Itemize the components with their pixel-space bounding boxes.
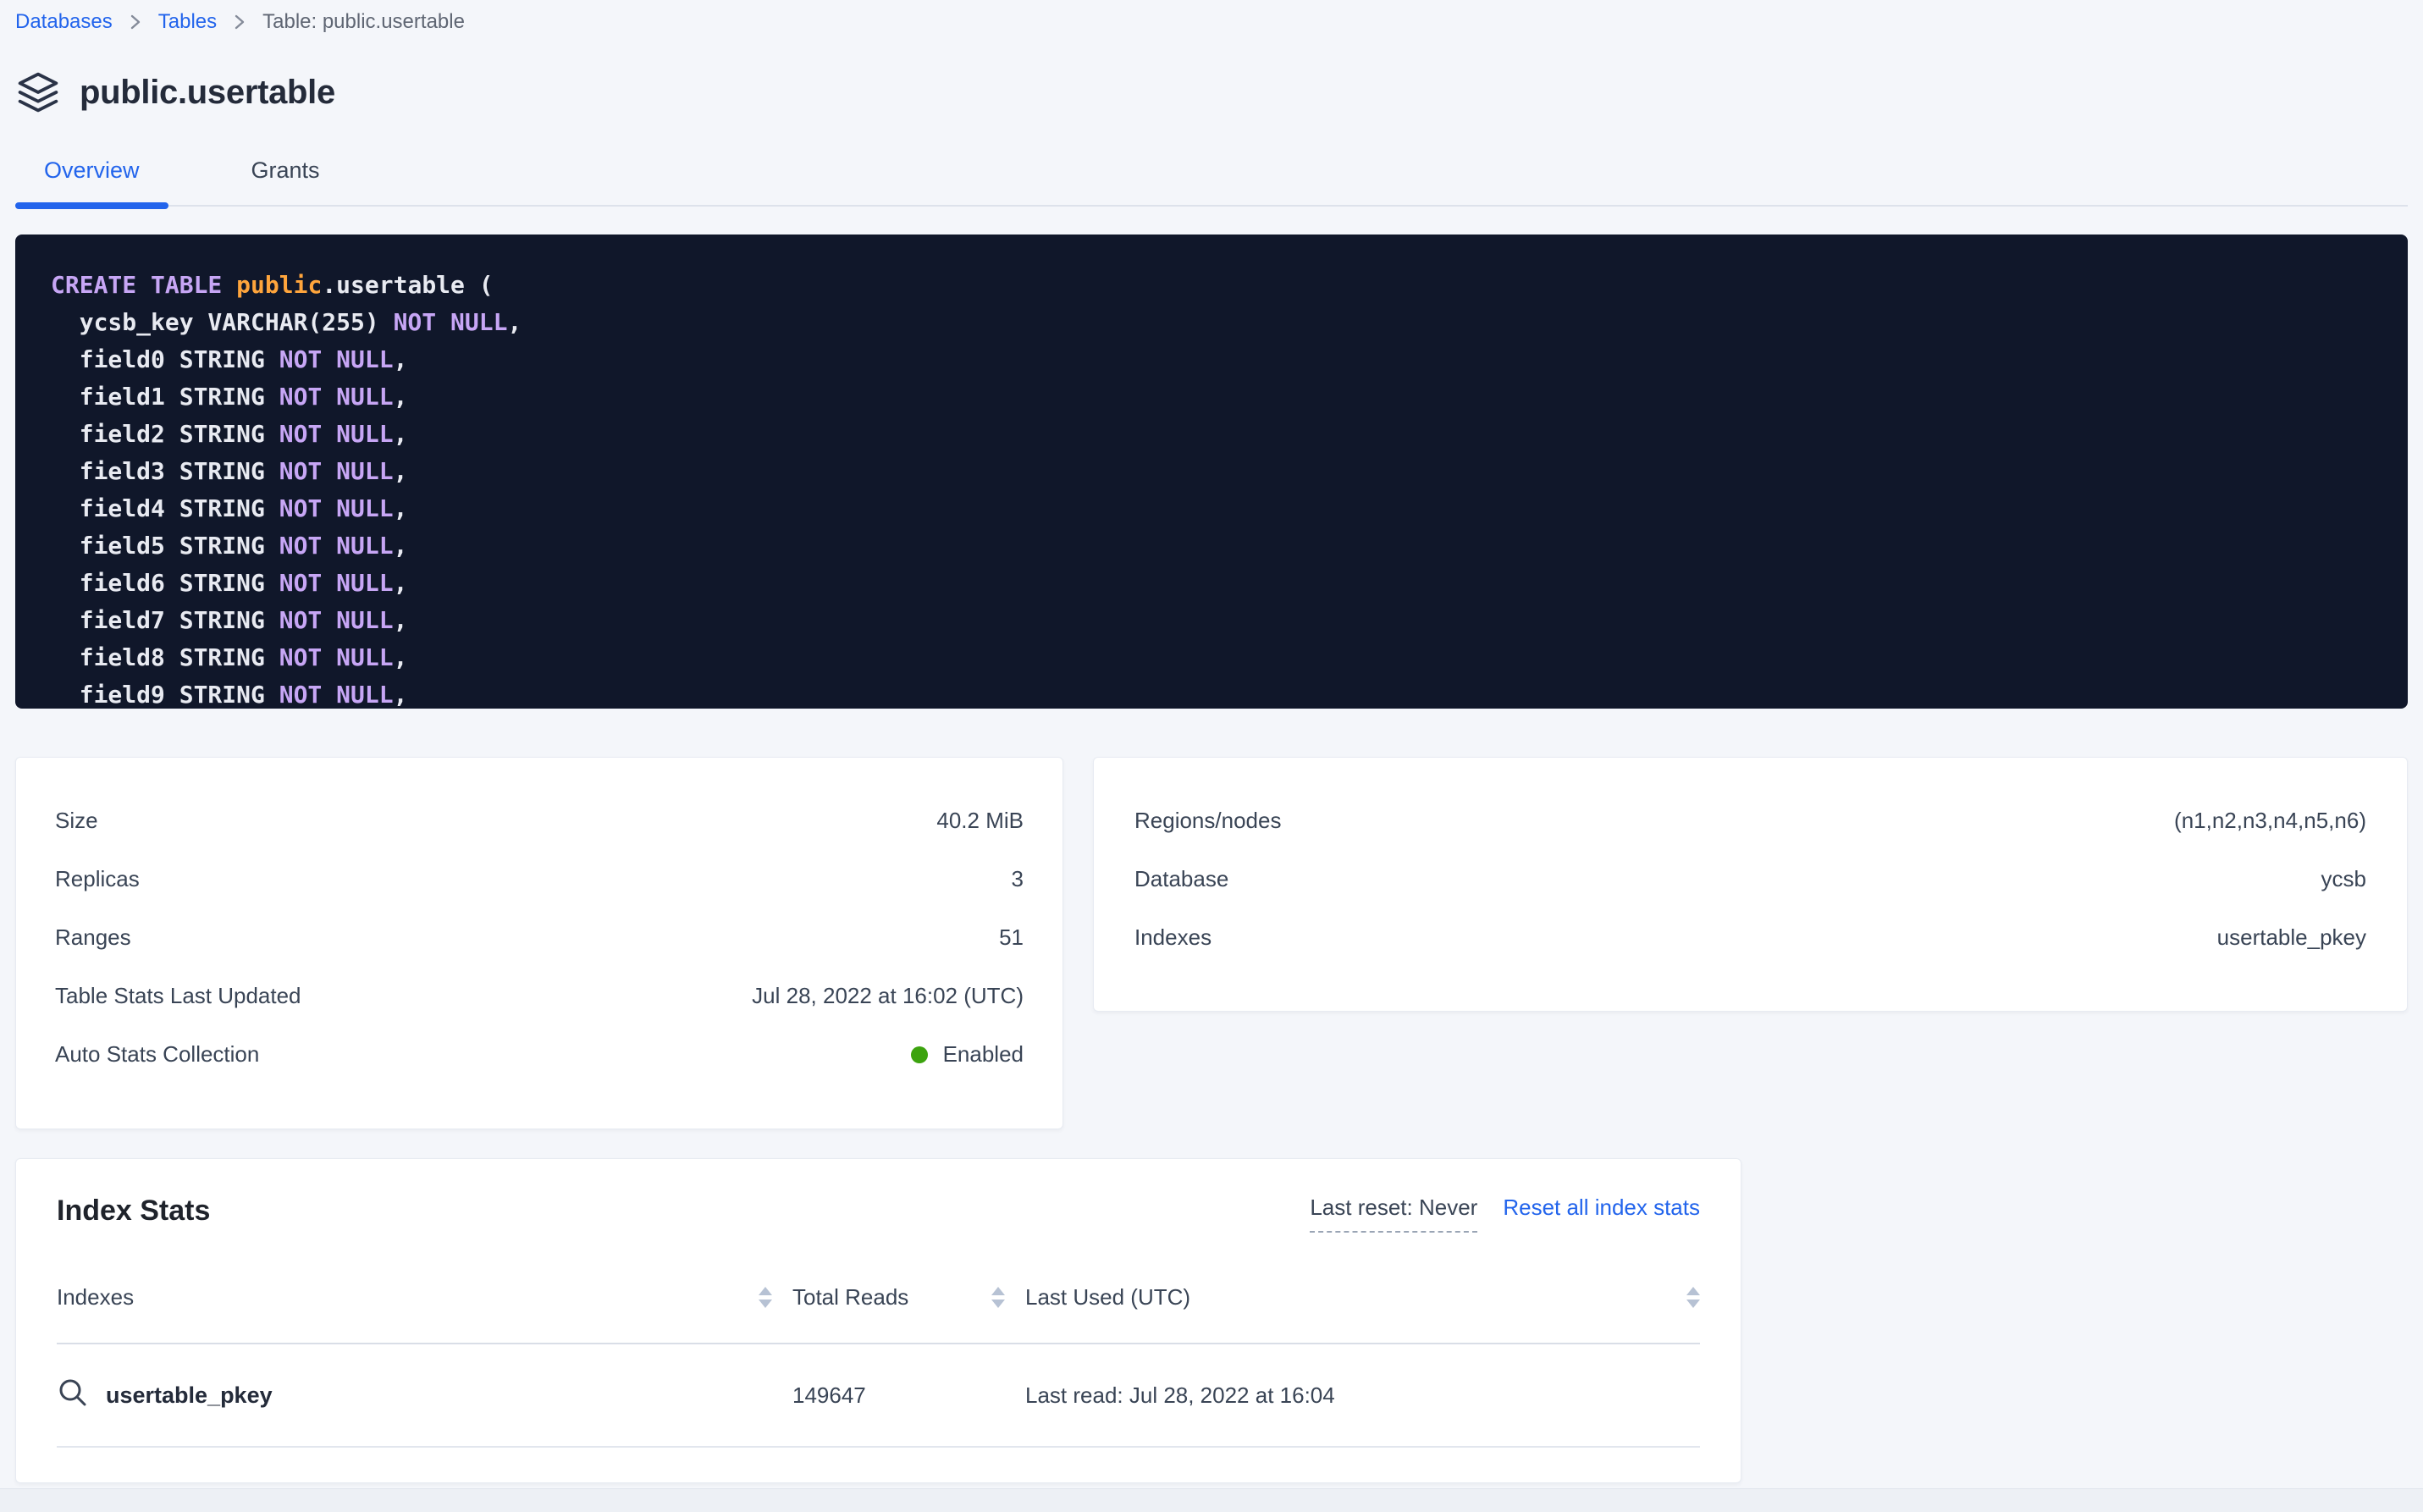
sql-line: field6 STRING NOT NULL, — [51, 565, 2372, 602]
stat-row-replicas: Replicas 3 — [55, 850, 1024, 908]
stat-row-size: Size 40.2 MiB — [55, 792, 1024, 850]
page-header: public.usertable — [15, 69, 2408, 115]
sql-line: field9 STRING NOT NULL, — [51, 676, 2372, 709]
table-row: usertable_pkey 149647 Last read: Jul 28,… — [57, 1344, 1700, 1446]
sql-line: field7 STRING NOT NULL, — [51, 602, 2372, 639]
stat-value: Enabled — [911, 1041, 1024, 1068]
index-name-cell: usertable_pkey — [57, 1377, 772, 1415]
column-label: Total Reads — [792, 1284, 908, 1311]
sql-create-statement: CREATE TABLE public.usertable ( ycsb_key… — [15, 235, 2408, 709]
stat-row-auto-stats: Auto Stats Collection Enabled — [55, 1025, 1024, 1084]
sql-line: field2 STRING NOT NULL, — [51, 416, 2372, 453]
index-stats-title: Index Stats — [57, 1195, 210, 1228]
breadcrumb-current: Table: public.usertable — [262, 10, 465, 34]
sql-line: field4 STRING NOT NULL, — [51, 490, 2372, 527]
stat-label: Indexes — [1134, 924, 1212, 951]
stat-label: Table Stats Last Updated — [55, 983, 301, 1009]
stack-icon — [15, 69, 61, 115]
sql-line: CREATE TABLE public.usertable ( — [51, 267, 2372, 304]
sort-arrows-icon[interactable] — [759, 1287, 772, 1308]
stat-row-regions: Regions/nodes (n1,n2,n3,n4,n5,n6) — [1134, 792, 2366, 850]
table-divider — [57, 1446, 1700, 1448]
sql-line: field3 STRING NOT NULL, — [51, 453, 2372, 490]
total-reads-cell: 149647 — [772, 1382, 1005, 1409]
column-label: Last Used (UTC) — [1025, 1284, 1190, 1311]
stat-row-ranges: Ranges 51 — [55, 908, 1024, 967]
sort-arrows-icon[interactable] — [1686, 1287, 1700, 1308]
sort-arrows-icon[interactable] — [991, 1287, 1005, 1308]
tab-overview[interactable]: Overview — [15, 157, 168, 205]
stat-label: Size — [55, 808, 98, 834]
breadcrumb-tables[interactable]: Tables — [158, 10, 217, 34]
footer-strip — [0, 1488, 2423, 1512]
stat-value: ycsb — [2321, 866, 2366, 892]
stat-value: 40.2 MiB — [936, 808, 1024, 834]
sql-line: field0 STRING NOT NULL, — [51, 341, 2372, 378]
sql-line: field1 STRING NOT NULL, — [51, 378, 2372, 416]
index-name: usertable_pkey — [106, 1382, 273, 1409]
last-reset-label: Last reset: Never — [1310, 1195, 1477, 1233]
index-table-header: Indexes Total Reads Last Used (UTC) — [57, 1277, 1700, 1317]
status-text: Enabled — [943, 1041, 1024, 1068]
column-header-last-used[interactable]: Last Used (UTC) — [1005, 1284, 1700, 1311]
stat-label: Auto Stats Collection — [55, 1041, 259, 1068]
status-dot-icon — [911, 1046, 928, 1063]
column-label: Indexes — [57, 1284, 134, 1311]
index-stats-header: Index Stats Last reset: Never Reset all … — [57, 1159, 1700, 1233]
tab-grants[interactable]: Grants — [223, 157, 349, 205]
chevron-right-icon — [234, 13, 246, 31]
magnifier-icon — [57, 1377, 89, 1415]
stat-value: Jul 28, 2022 at 16:02 (UTC) — [752, 983, 1024, 1009]
stat-row-stats-updated: Table Stats Last Updated Jul 28, 2022 at… — [55, 967, 1024, 1025]
column-header-total-reads[interactable]: Total Reads — [772, 1284, 1005, 1311]
sql-line: field8 STRING NOT NULL, — [51, 639, 2372, 676]
stat-label: Replicas — [55, 866, 140, 892]
breadcrumb: Databases Tables Table: public.usertable — [15, 0, 2408, 34]
chevron-right-icon — [130, 13, 141, 31]
stat-label: Regions/nodes — [1134, 808, 1281, 834]
stat-value: (n1,n2,n3,n4,n5,n6) — [2174, 808, 2366, 834]
sql-line: field5 STRING NOT NULL, — [51, 527, 2372, 565]
sql-line: ycsb_key VARCHAR(255) NOT NULL, — [51, 304, 2372, 341]
stat-row-indexes: Indexes usertable_pkey — [1134, 908, 2366, 967]
total-reads-value: 149647 — [792, 1382, 866, 1409]
stat-label: Ranges — [55, 924, 131, 951]
table-details-page: Databases Tables Table: public.usertable… — [0, 0, 2423, 1483]
tab-bar: Overview Grants — [15, 157, 2408, 207]
stat-value: 51 — [999, 924, 1024, 951]
index-stats-actions: Last reset: Never Reset all index stats — [1310, 1195, 1700, 1233]
last-used-cell: Last read: Jul 28, 2022 at 16:04 — [1005, 1382, 1700, 1409]
summary-cards: Size 40.2 MiB Replicas 3 Ranges 51 Table… — [15, 757, 2408, 1129]
index-name-link[interactable]: usertable_pkey — [57, 1377, 273, 1415]
page-title: public.usertable — [80, 74, 335, 112]
stat-value: 3 — [1012, 866, 1024, 892]
table-details-card: Regions/nodes (n1,n2,n3,n4,n5,n6) Databa… — [1093, 757, 2408, 1012]
stat-value: usertable_pkey — [2217, 924, 2366, 951]
table-overview-card: Size 40.2 MiB Replicas 3 Ranges 51 Table… — [15, 757, 1063, 1129]
index-stats-card: Index Stats Last reset: Never Reset all … — [15, 1158, 1741, 1483]
stat-row-database: Database ycsb — [1134, 850, 2366, 908]
reset-index-stats-link[interactable]: Reset all index stats — [1503, 1195, 1700, 1221]
column-header-indexes[interactable]: Indexes — [57, 1284, 772, 1311]
stat-label: Database — [1134, 866, 1228, 892]
breadcrumb-databases[interactable]: Databases — [15, 10, 113, 34]
last-used-value: Last read: Jul 28, 2022 at 16:04 — [1025, 1382, 1335, 1409]
